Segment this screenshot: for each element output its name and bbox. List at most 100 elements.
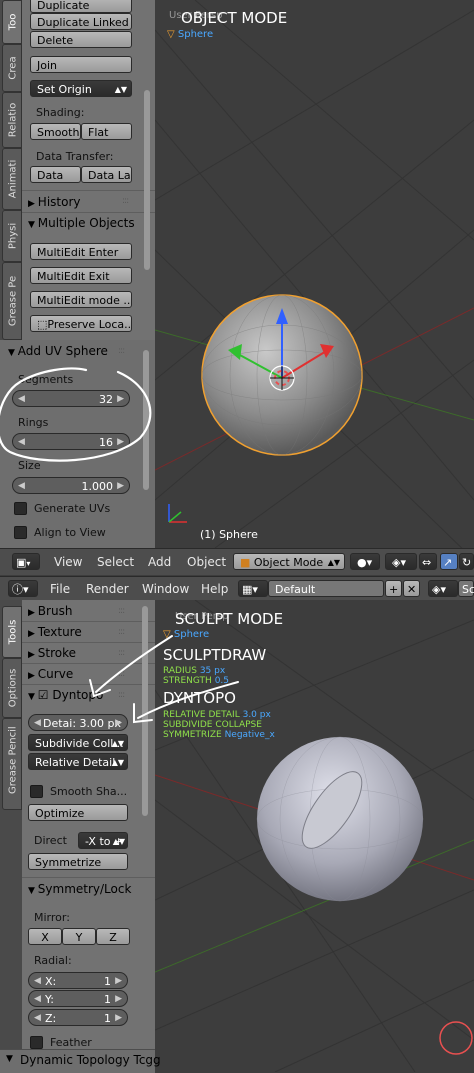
info-editor-button[interactable]: ⓘ▾ (8, 580, 38, 597)
scene-name: Sc (462, 583, 474, 596)
mode-dropdown[interactable]: ■ Object Mode ▲▼ (233, 553, 345, 570)
optimize-button[interactable]: Optimize (28, 804, 128, 821)
multiple-objects-panel-header[interactable]: ▼ Multiple Objects (28, 216, 135, 230)
feather-checkbox[interactable] (30, 1036, 43, 1049)
increment-arrow-icon[interactable]: ▶ (115, 991, 122, 1008)
smooth-shading-checkbox[interactable] (30, 785, 43, 798)
tab-relations[interactable]: Relatio (2, 92, 22, 148)
scene-icon-button[interactable]: ◈▾ (428, 580, 458, 597)
view-menu[interactable]: View (54, 555, 82, 569)
history-panel-header[interactable]: ▶ History (28, 195, 81, 209)
rotate-manipulator-button[interactable]: ↻ (459, 553, 474, 570)
radial-x-field[interactable]: ◀ X: 1 ▶ (28, 972, 128, 989)
scene-field[interactable]: Sc (458, 580, 474, 597)
tab-physics[interactable]: Physi (2, 210, 22, 262)
top-tab-column: Too Crea Relatio Animati Physi Grease Pe (0, 0, 22, 340)
screen-layout-field[interactable]: Default (268, 580, 384, 597)
panel-grip-icon[interactable]: ::: (118, 346, 125, 356)
last-operator-footer[interactable]: ▼ Dynamic Topology Tcgg (0, 1049, 161, 1073)
separator (22, 212, 155, 213)
bottom-mode-text: SCULPT MODE (175, 610, 284, 628)
sculpted-sphere[interactable] (250, 735, 430, 905)
join-button[interactable]: Join (30, 56, 132, 73)
add-menu[interactable]: Add (148, 555, 171, 569)
render-menu[interactable]: Render (86, 582, 129, 596)
viewport-shading-button[interactable]: ●▾ (350, 553, 380, 570)
decrement-arrow-icon[interactable]: ◀ (34, 715, 41, 732)
panel-grip-icon[interactable]: ::: (122, 196, 129, 206)
collapsed-arrow-icon: ▶ (28, 199, 38, 209)
decrement-arrow-icon[interactable]: ◀ (34, 973, 41, 990)
remove-layout-button[interactable]: ✕ (403, 580, 420, 597)
file-menu[interactable]: File (50, 582, 70, 596)
flat-button[interactable]: Flat (81, 123, 132, 140)
decrement-arrow-icon[interactable]: ◀ (34, 1010, 41, 1027)
smooth-button[interactable]: Smooth (30, 123, 81, 140)
object-triangle-icon: ▽ (167, 29, 178, 40)
brush-label: Brush (37, 604, 73, 618)
top-bottom-label: (1) Sphere (200, 528, 258, 541)
tab-tools[interactable]: Tools (2, 606, 22, 658)
hand-drawn-circle-annotation (0, 367, 152, 462)
relative-detail-dropdown[interactable]: Relative Detail ▲▼ (28, 753, 128, 770)
data-layout-button[interactable]: Data La (81, 166, 132, 183)
brush-cursor-circle (439, 1021, 473, 1055)
mirror-x-toggle[interactable]: X (28, 928, 62, 945)
set-origin-dropdown[interactable]: Set Origin ▲▼ (30, 80, 132, 97)
transform-gizmo[interactable] (220, 300, 360, 420)
direction-dropdown[interactable]: -X to + ▲▼ (78, 832, 128, 849)
radial-z-field[interactable]: ◀ Z: 1 ▶ (28, 1009, 128, 1026)
add-layout-button[interactable]: + (385, 580, 402, 597)
mini-axis-icon (168, 504, 187, 523)
editor-type-button[interactable]: ▣▾ (12, 553, 40, 570)
hand-drawn-arrows-annotation (89, 635, 239, 724)
screen-layout-icon-button[interactable]: ▦▾ (238, 580, 268, 597)
multiedit-mode-button[interactable]: MultiEdit mode ... (30, 291, 132, 308)
mirror-z-toggle[interactable]: Z (96, 928, 130, 945)
tab-grease-pencil[interactable]: Grease Pe (2, 262, 22, 340)
window-menu[interactable]: Window (142, 582, 189, 596)
decrement-arrow-icon[interactable]: ◀ (18, 478, 25, 495)
duplicate-linked-button[interactable]: Duplicate Linked (30, 13, 132, 30)
preserve-location-button[interactable]: ⬚Preserve Loca... (30, 315, 132, 332)
generate-uvs-checkbox[interactable] (14, 502, 27, 515)
object-menu[interactable]: Object (187, 555, 226, 569)
manipulator-toggle-button[interactable]: ⇔ (419, 553, 437, 570)
increment-arrow-icon[interactable]: ▶ (117, 478, 124, 495)
mirror-y-toggle[interactable]: Y (62, 928, 96, 945)
radial-y-field[interactable]: ◀ Y: 1 ▶ (28, 990, 128, 1007)
separator (22, 877, 155, 878)
dyntopo-check-icon[interactable]: ☑ (38, 688, 49, 702)
tab-options[interactable]: Options (2, 658, 22, 718)
tab-create[interactable]: Crea (2, 44, 22, 92)
select-menu[interactable]: Select (97, 555, 134, 569)
top-3d-view-header: ▣▾ View Select Add Object ■ Object Mode … (0, 548, 474, 575)
panel-grip-icon[interactable]: ::: (118, 606, 125, 616)
symmetry-lock-panel-header[interactable]: ▼ Symmetry/Lock (28, 882, 131, 896)
increment-arrow-icon[interactable]: ▶ (115, 1010, 122, 1027)
top-mode-text: OBJECT MODE (181, 9, 288, 27)
delete-button[interactable]: Delete (30, 31, 132, 48)
multiedit-enter-button[interactable]: MultiEdit Enter (30, 243, 132, 260)
help-menu[interactable]: Help (201, 582, 228, 596)
align-to-view-checkbox[interactable] (14, 526, 27, 539)
tab-grease-pencil[interactable]: Grease Pencil (2, 718, 22, 810)
increment-arrow-icon[interactable]: ▶ (115, 973, 122, 990)
tab-tools[interactable]: Too (2, 0, 22, 44)
multiedit-exit-button[interactable]: MultiEdit Exit (30, 267, 132, 284)
translate-manipulator-button[interactable]: ↗ (440, 553, 458, 570)
feather-label: Feather (50, 1036, 92, 1049)
object-name-text: Sphere (177, 29, 214, 40)
symmetrize-button[interactable]: Symmetrize (28, 853, 128, 870)
size-field[interactable]: ◀ 1.000 ▶ (12, 477, 130, 494)
top-panel-scrollbar[interactable] (144, 90, 150, 270)
brush-panel-header[interactable]: ▶ Brush (28, 604, 72, 618)
duplicate-button[interactable]: Duplicate (30, 0, 132, 13)
data-button[interactable]: Data (30, 166, 81, 183)
smooth-shading-label: Smooth Sha... (50, 785, 128, 798)
decrement-arrow-icon[interactable]: ◀ (34, 991, 41, 1008)
pivot-point-button[interactable]: ◈▾ (385, 553, 417, 570)
layout-name: Default (275, 583, 316, 596)
tab-animation[interactable]: Animati (2, 148, 22, 210)
top-viewport[interactable]: User Persp OBJECT MODE ▽ Sphere (1) Sphe… (155, 0, 474, 548)
